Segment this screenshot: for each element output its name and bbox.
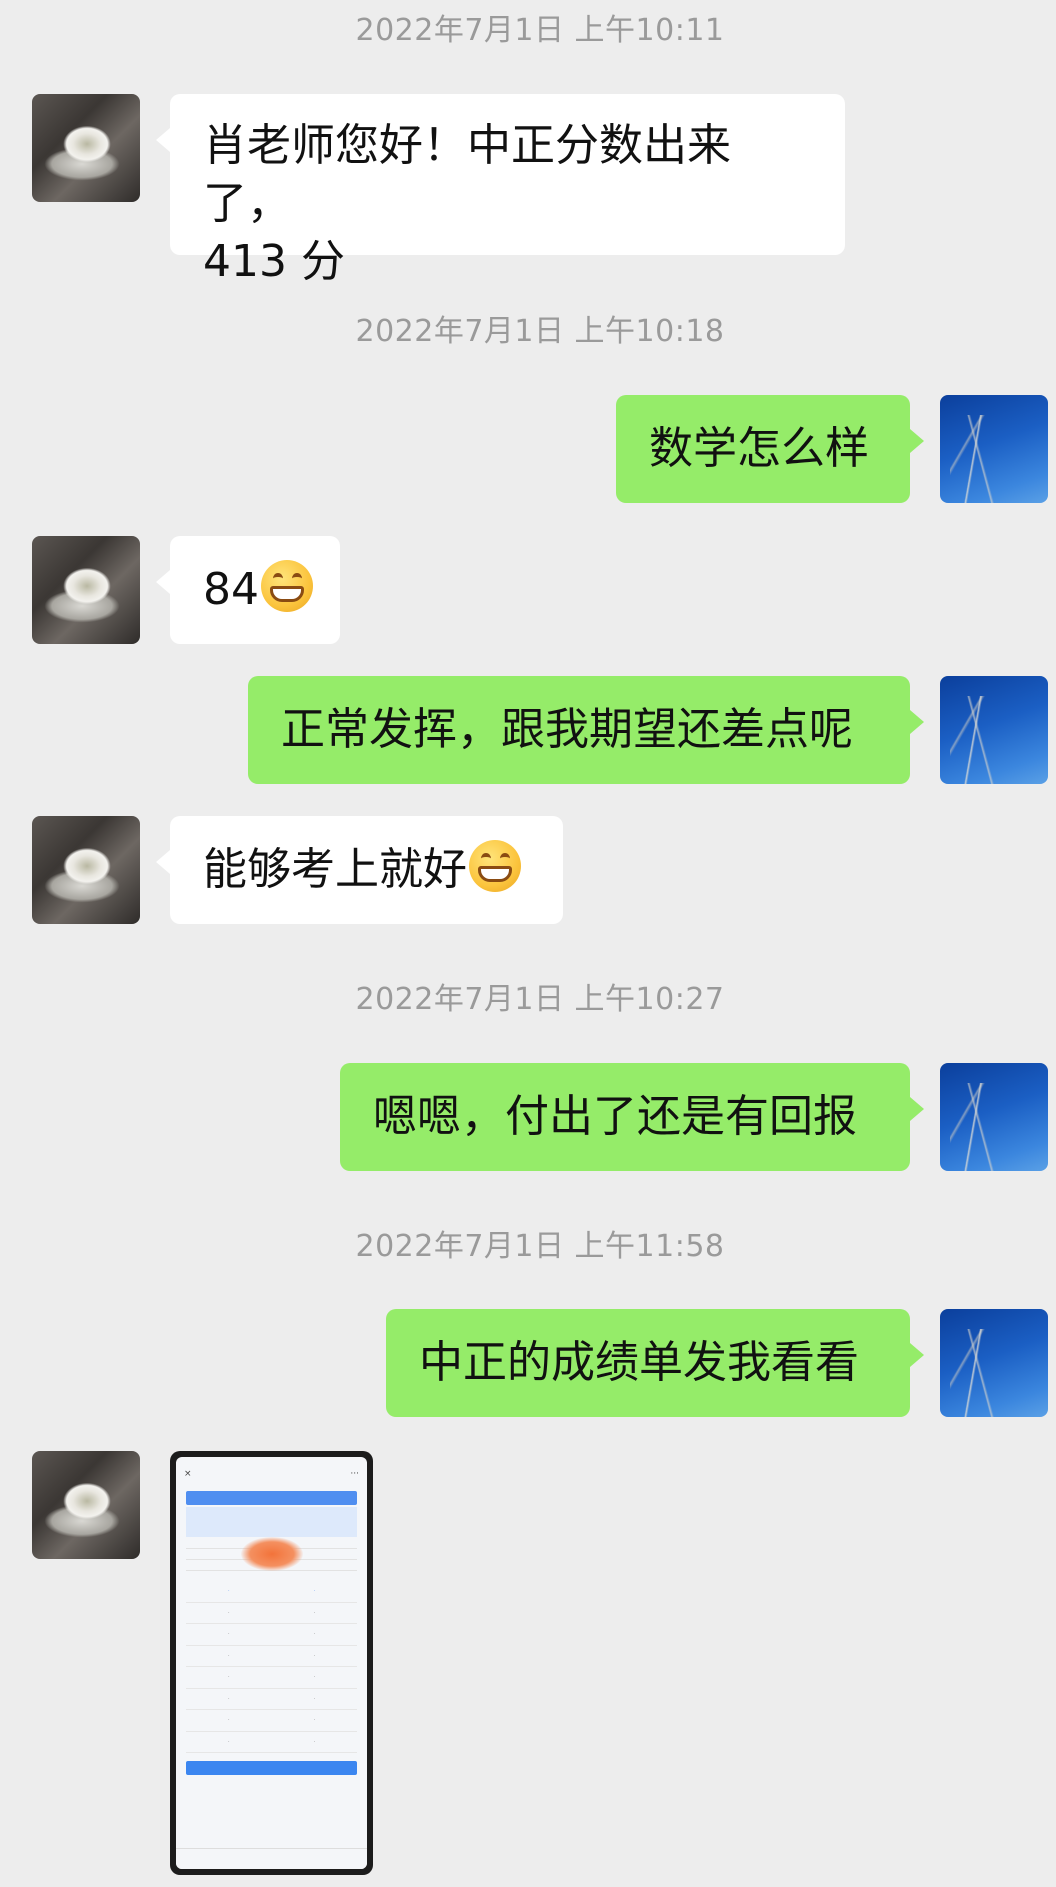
grin-emoji-icon (469, 840, 521, 892)
more-icon: ··· (350, 1469, 359, 1479)
message-text: 84 (203, 564, 259, 615)
self-avatar[interactable] (940, 676, 1048, 784)
grin-emoji-icon (261, 560, 313, 612)
contact-avatar[interactable] (32, 94, 140, 202)
message-bubble-outgoing[interactable]: 数学怎么样 (616, 395, 924, 503)
message-bubble-outgoing[interactable]: 中正的成绩单发我看看 (386, 1309, 924, 1417)
message-text: 数学怎么样 (649, 423, 869, 474)
close-icon: × (184, 1469, 192, 1479)
message-text: 正常发挥，跟我期望还差点呢 (281, 704, 853, 755)
message-bubble-incoming[interactable]: 肖老师您好！中正分数出来了， 413 分 (156, 94, 845, 287)
image-message-thumbnail[interactable]: × ··· · · · · · · · · · · · · · · · · (170, 1451, 373, 1875)
contact-avatar[interactable] (32, 536, 140, 644)
timestamp: 2022年7月1日 上午11:58 (355, 1229, 725, 1264)
contact-avatar[interactable] (32, 816, 140, 924)
self-avatar[interactable] (940, 395, 1048, 503)
self-avatar[interactable] (940, 1309, 1048, 1417)
message-bubble-outgoing[interactable]: 正常发挥，跟我期望还差点呢 (248, 676, 924, 784)
redaction-scribble (241, 1537, 303, 1571)
message-bubble-incoming[interactable]: 84 (156, 536, 340, 644)
contact-avatar[interactable] (32, 1451, 140, 1559)
message-text: 嗯嗯，付出了还是有回报 (373, 1091, 857, 1142)
message-text: 中正的成绩单发我看看 (419, 1337, 859, 1388)
timestamp: 2022年7月1日 上午10:18 (355, 314, 725, 349)
message-text: 能够考上就好 (203, 844, 467, 895)
timestamp: 2022年7月1日 上午10:11 (355, 13, 725, 48)
message-text: 肖老师您好！中正分数出来了， (203, 120, 731, 229)
message-text: 413 分 (203, 236, 345, 287)
score-report-screenshot: × ··· · · · · · · · · · · · · · · · · (176, 1457, 367, 1869)
self-avatar[interactable] (940, 1063, 1048, 1171)
timestamp: 2022年7月1日 上午10:27 (355, 982, 725, 1017)
message-bubble-outgoing[interactable]: 嗯嗯，付出了还是有回报 (340, 1063, 924, 1171)
message-bubble-incoming[interactable]: 能够考上就好 (156, 816, 563, 924)
chat-view: 2022年7月1日 上午10:11 肖老师您好！中正分数出来了， 413 分 2… (0, 0, 1056, 1887)
